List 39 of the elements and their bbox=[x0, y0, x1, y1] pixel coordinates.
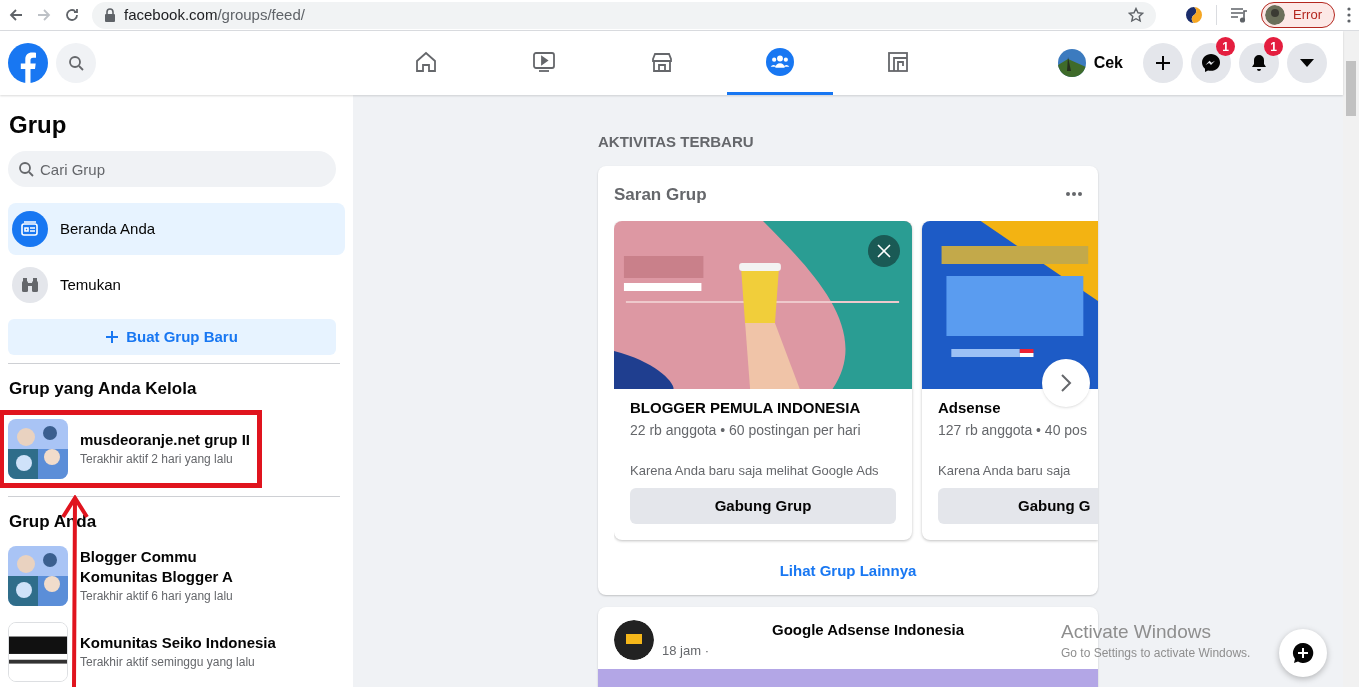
search-field[interactable]: Cari Grup bbox=[8, 151, 336, 187]
group-name: BLOGGER PEMULA INDONESIA bbox=[630, 398, 862, 418]
group-item[interactable]: musdeoranje.net grup II Terakhir aktif 2 hari yang lalu bbox=[0, 409, 262, 488]
sidebar-item-label: Temukan bbox=[60, 274, 121, 295]
group-name: musdeoranje.net grup II bbox=[80, 429, 251, 450]
profile-button[interactable]: Error bbox=[1261, 2, 1335, 28]
create-group-button[interactable]: Buat Grup Baru bbox=[8, 319, 336, 355]
url-text: facebook.com/groups/feed/ bbox=[124, 4, 305, 25]
group-name: Adsense bbox=[938, 398, 1002, 418]
group-item[interactable]: Komunitas Seiko Indonesia Terakhir aktif seminggu yang lalu bbox=[8, 618, 340, 686]
group-name: Blogger Commu bbox=[80, 547, 198, 567]
activation-title: Activate Windows bbox=[1061, 620, 1212, 644]
group-activity: Terakhir aktif 2 hari yang lalu bbox=[80, 450, 234, 468]
sidebar-item[interactable]: Beranda Anda bbox=[8, 203, 345, 255]
address-bar[interactable]: facebook.com/groups/feed/ bbox=[92, 1, 1157, 29]
post-group-name: Google Adsense Indonesia bbox=[772, 619, 964, 640]
notification-badge: 1 bbox=[1264, 37, 1283, 56]
join-group-button[interactable]: Gabung Grup bbox=[630, 488, 896, 524]
group-name: Komunitas Blogger A bbox=[80, 567, 233, 587]
see-more-link[interactable]: Lihat Grup Lainnya bbox=[779, 560, 917, 583]
sidebar-item[interactable]: Temukan bbox=[8, 259, 345, 311]
group-activity: Terakhir aktif 6 hari yang lalu bbox=[80, 588, 233, 605]
group-meta: 127 rb anggota • 40 pos bbox=[938, 420, 1088, 440]
card-title: Saran Grup bbox=[614, 183, 707, 206]
profile-link[interactable]: Cek bbox=[1057, 45, 1135, 81]
group-activity: Terakhir aktif seminggu yang lalu bbox=[80, 654, 256, 671]
suggestion-reason: Karena Anda baru saja bbox=[938, 461, 1072, 480]
suggestion-reason: Karena Anda baru saja melihat Google Ads bbox=[630, 461, 880, 480]
post-time: 18 jam · bbox=[662, 642, 710, 660]
section-heading: AKTIVITAS TERBARU bbox=[598, 132, 755, 152]
sidebar-item-label: Beranda Anda bbox=[60, 218, 156, 239]
group-name: Komunitas Seiko Indonesia bbox=[80, 633, 276, 653]
group-item[interactable]: Blogger Commu Komunitas Blogger A Terakhir aktif 6 hari yang lalu bbox=[8, 542, 340, 610]
group-meta: 22 rb anggota • 60 postingan per hari bbox=[630, 420, 862, 440]
activation-subtitle: Go to Settings to activate Windows. bbox=[1061, 645, 1251, 662]
sidebar-title: Grup bbox=[8, 111, 68, 139]
join-group-button[interactable]: Gabung G bbox=[938, 488, 1098, 524]
notification-badge: 1 bbox=[1216, 37, 1235, 56]
section-title: Grup yang Anda Kelola bbox=[8, 378, 198, 400]
